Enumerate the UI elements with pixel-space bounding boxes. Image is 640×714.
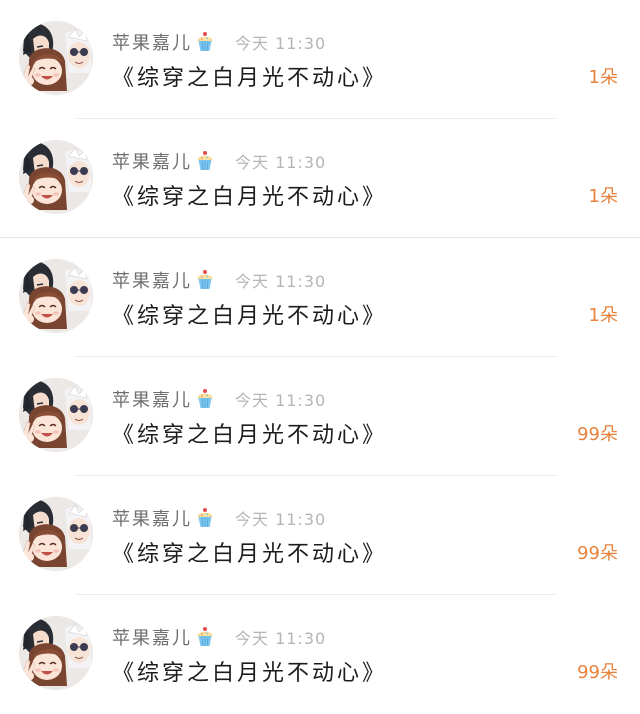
user-name: 苹果嘉儿	[112, 271, 192, 292]
flower-count: 1朵	[588, 186, 618, 207]
avatar[interactable]	[19, 616, 93, 690]
flower-count: 99朵	[577, 662, 618, 683]
list-item[interactable]: 苹果嘉儿 今天 11:30 《综穿之白月光不动心》 1朵	[0, 119, 640, 238]
list-item[interactable]: 苹果嘉儿 今天 11:30 《综穿之白月光不动心》 1朵	[0, 0, 640, 119]
flower-count: 99朵	[577, 424, 618, 445]
flower-count: 99朵	[577, 543, 618, 564]
user-name: 苹果嘉儿	[112, 628, 192, 649]
avatar[interactable]	[19, 378, 93, 452]
user-name: 苹果嘉儿	[112, 509, 192, 530]
user-name: 苹果嘉儿	[112, 33, 192, 54]
list-item[interactable]: 苹果嘉儿 今天 11:30 《综穿之白月光不动心》 1朵	[0, 238, 640, 357]
book-title: 《综穿之白月光不动心》	[112, 423, 388, 448]
list-item[interactable]: 苹果嘉儿 今天 11:30 《综穿之白月光不动心》 99朵	[0, 595, 640, 714]
cupcake-icon	[195, 626, 215, 648]
timestamp: 今天 11:30	[235, 153, 327, 172]
avatar[interactable]	[19, 21, 93, 95]
list-item[interactable]: 苹果嘉儿 今天 11:30 《综穿之白月光不动心》 99朵	[0, 476, 640, 595]
gift-record-list: 苹果嘉儿 今天 11:30 《综穿之白月光不动心》 1朵 苹果嘉儿 今天 11:…	[0, 0, 640, 712]
book-title: 《综穿之白月光不动心》	[112, 66, 388, 91]
book-title: 《综穿之白月光不动心》	[112, 542, 388, 567]
name-line: 苹果嘉儿 今天 11:30	[112, 623, 326, 651]
name-line: 苹果嘉儿 今天 11:30	[112, 504, 326, 532]
name-line: 苹果嘉儿 今天 11:30	[112, 385, 326, 413]
cupcake-icon	[195, 388, 215, 410]
user-name: 苹果嘉儿	[112, 152, 192, 173]
name-line: 苹果嘉儿 今天 11:30	[112, 147, 326, 175]
book-title: 《综穿之白月光不动心》	[112, 661, 388, 686]
cupcake-icon	[195, 269, 215, 291]
book-title: 《综穿之白月光不动心》	[112, 304, 388, 329]
timestamp: 今天 11:30	[235, 34, 327, 53]
list-item[interactable]: 苹果嘉儿 今天 11:30 《综穿之白月光不动心》 99朵	[0, 357, 640, 476]
avatar[interactable]	[19, 259, 93, 333]
timestamp: 今天 11:30	[235, 629, 327, 648]
flower-count: 1朵	[588, 305, 618, 326]
cupcake-icon	[195, 150, 215, 172]
book-title: 《综穿之白月光不动心》	[112, 185, 388, 210]
timestamp: 今天 11:30	[235, 272, 327, 291]
cupcake-icon	[195, 31, 215, 53]
cupcake-icon	[195, 507, 215, 529]
user-name: 苹果嘉儿	[112, 390, 192, 411]
timestamp: 今天 11:30	[235, 510, 327, 529]
name-line: 苹果嘉儿 今天 11:30	[112, 266, 326, 294]
avatar[interactable]	[19, 497, 93, 571]
flower-count: 1朵	[588, 67, 618, 88]
name-line: 苹果嘉儿 今天 11:30	[112, 28, 326, 56]
avatar[interactable]	[19, 140, 93, 214]
timestamp: 今天 11:30	[235, 391, 327, 410]
